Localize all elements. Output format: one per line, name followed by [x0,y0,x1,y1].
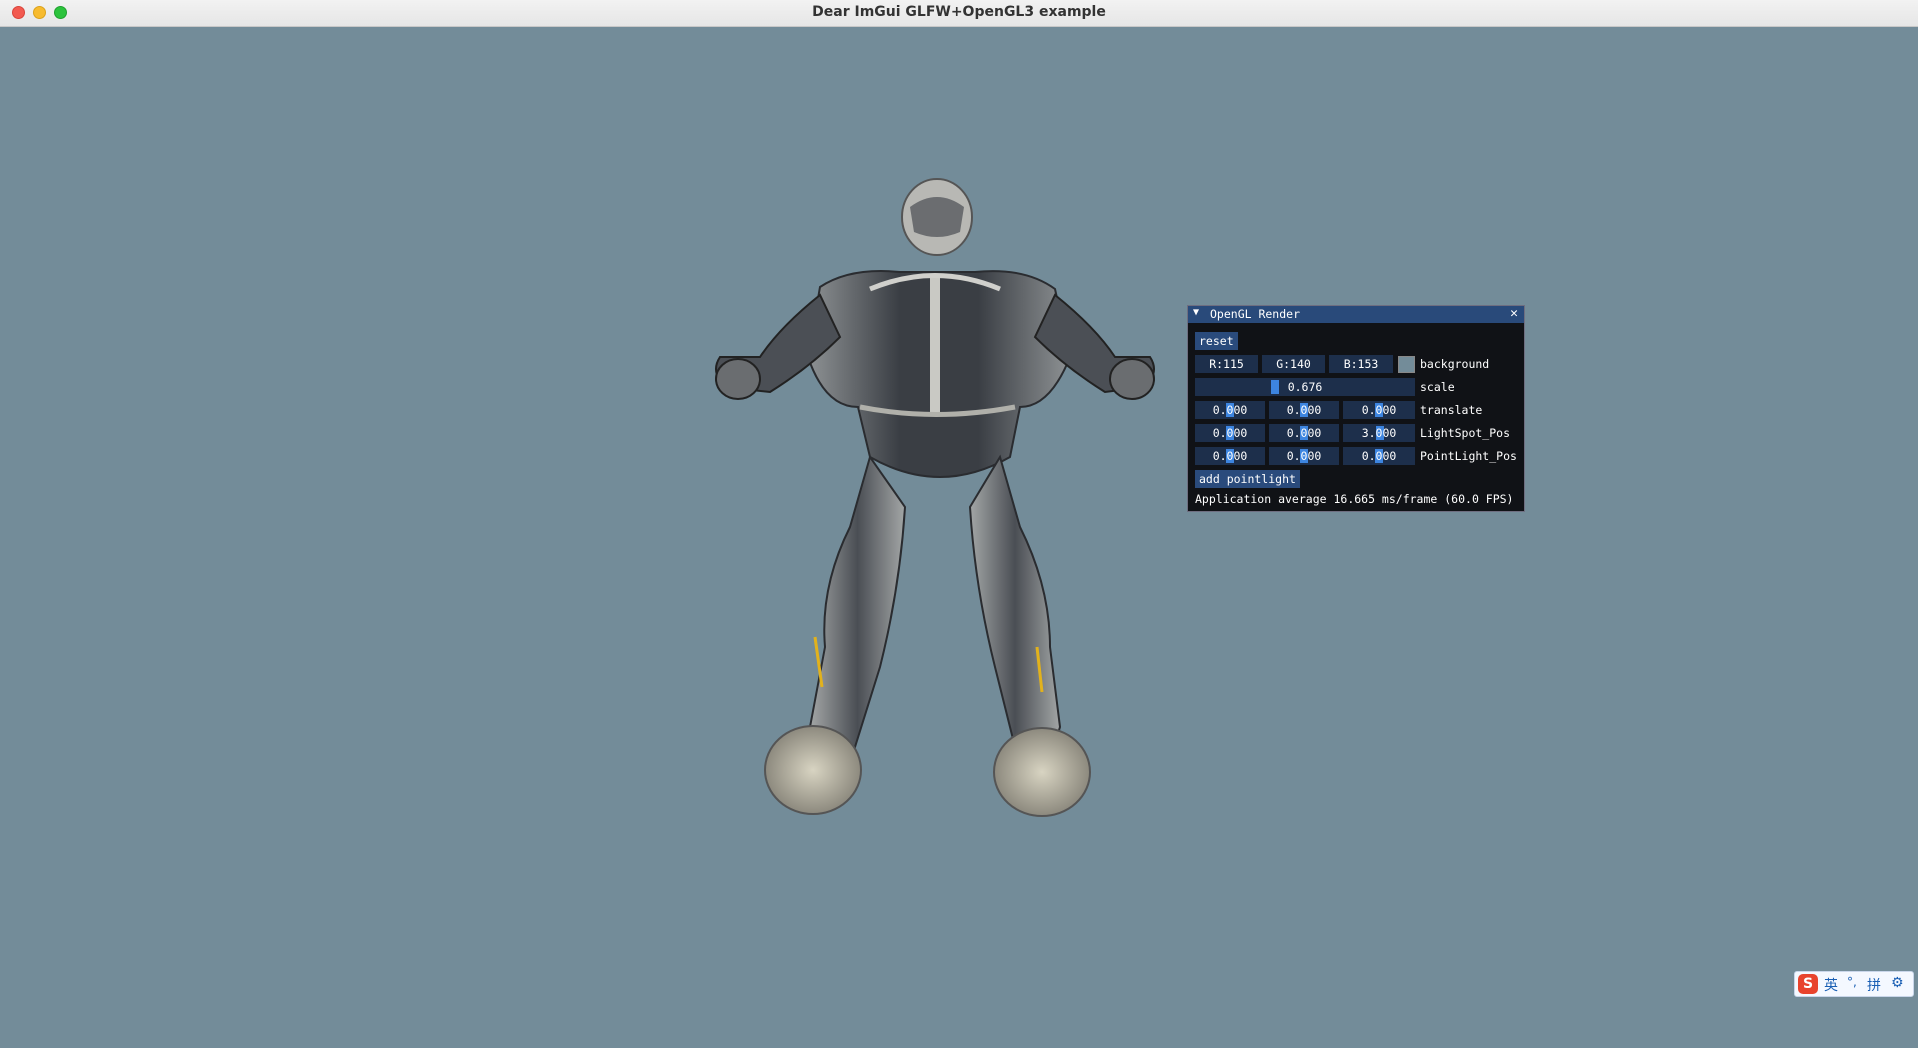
pointlight-x-field[interactable]: 0.000 [1195,447,1265,465]
panel-title: OpenGL Render [1210,307,1301,321]
translate-label: translate [1420,403,1483,417]
pointlight-y-field[interactable]: 0.000 [1269,447,1339,465]
pointlight-pos-label: PointLight_Pos [1420,449,1517,463]
window-title: Dear ImGui GLFW+OpenGL3 example [812,4,1106,20]
lightspot-y-field[interactable]: 0.000 [1269,424,1339,442]
reset-button[interactable]: reset [1195,332,1238,350]
fps-readout: Application average 16.665 ms/frame (60.… [1195,492,1514,506]
background-g-field[interactable]: G:140 [1262,355,1325,373]
background-label: background [1420,357,1490,371]
background-r-field[interactable]: R:115 [1195,355,1258,373]
scale-value: 0.676 [1287,380,1323,394]
ime-language-toggle[interactable]: 英 [1824,975,1838,995]
punctuation-icon[interactable]: °, [1847,975,1857,989]
scale-slider[interactable]: 0.676 [1195,378,1415,396]
add-pointlight-button[interactable]: add pointlight [1195,470,1300,488]
window-titlebar: Dear ImGui GLFW+OpenGL3 example [0,0,1918,27]
scale-slider-grab[interactable] [1271,380,1279,394]
opengl-render-panel[interactable]: ▼ OpenGL Render ✕ reset R:115 G:140 B:15… [1187,305,1525,512]
lightspot-x-field[interactable]: 0.000 [1195,424,1265,442]
ime-input-mode[interactable]: 拼 [1867,975,1881,995]
pointlight-z-field[interactable]: 0.000 [1343,447,1415,465]
translate-z-field[interactable]: 0.000 [1343,401,1415,419]
sogou-logo-icon[interactable]: S [1798,974,1818,994]
close-icon[interactable]: ✕ [1510,306,1518,321]
background-color-swatch[interactable] [1398,356,1415,373]
scale-label: scale [1420,380,1455,394]
translate-y-field[interactable]: 0.000 [1269,401,1339,419]
translate-x-field[interactable]: 0.000 [1195,401,1265,419]
lightspot-pos-label: LightSpot_Pos [1420,426,1511,440]
gear-icon[interactable]: ⚙ [1891,975,1904,991]
ime-toolbar[interactable]: S 英 °, 拼 ⚙ [1794,971,1914,997]
collapse-arrow-icon[interactable]: ▼ [1193,307,1199,318]
3d-character-model [715,178,1155,817]
render-viewport[interactable] [0,27,1918,1048]
background-b-field[interactable]: B:153 [1329,355,1393,373]
panel-titlebar[interactable]: ▼ OpenGL Render ✕ [1188,306,1524,323]
lightspot-z-field[interactable]: 3.000 [1343,424,1415,442]
